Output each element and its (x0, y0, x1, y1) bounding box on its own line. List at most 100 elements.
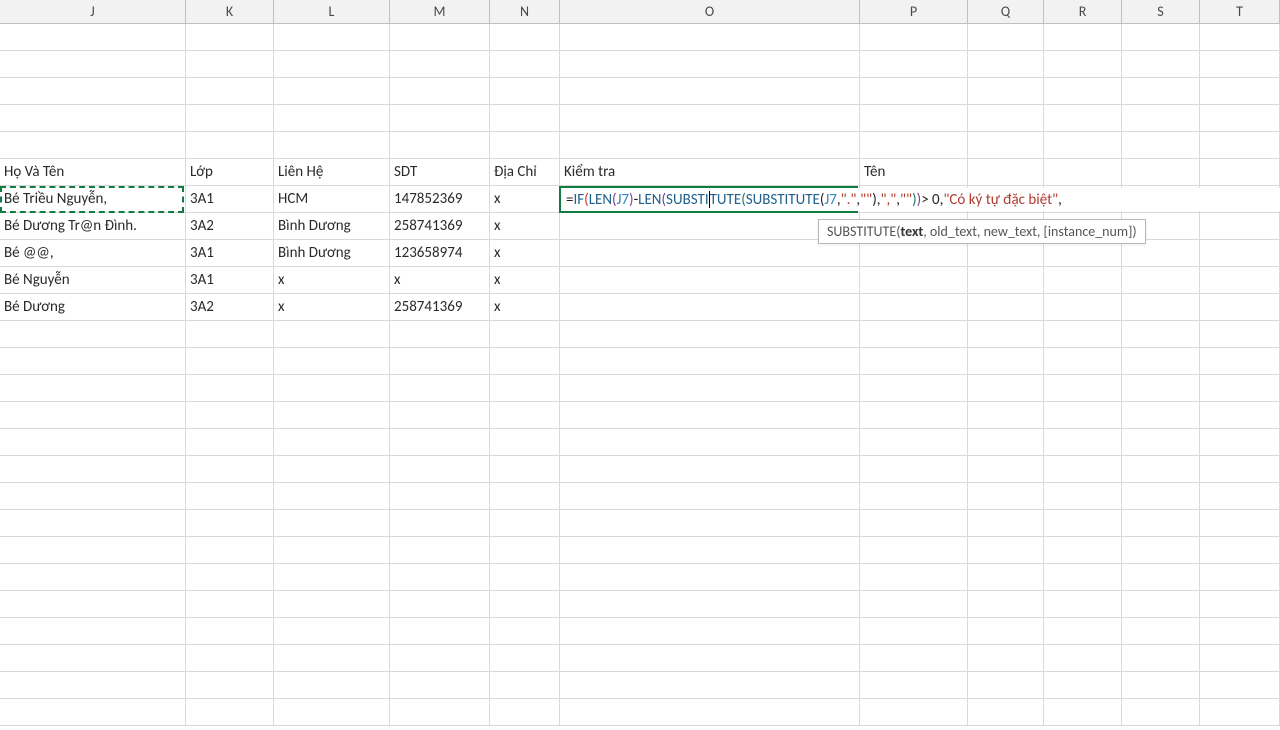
cell[interactable] (186, 483, 274, 510)
cell[interactable] (968, 510, 1044, 537)
cell[interactable] (1044, 267, 1122, 294)
cell[interactable] (274, 672, 390, 699)
cell[interactable] (1044, 159, 1122, 186)
cell[interactable] (968, 159, 1044, 186)
cell[interactable] (560, 537, 860, 564)
cell[interactable] (968, 564, 1044, 591)
cell[interactable] (490, 564, 560, 591)
cell[interactable] (390, 591, 490, 618)
cell[interactable] (274, 105, 390, 132)
cell[interactable] (390, 645, 490, 672)
cell[interactable] (390, 78, 490, 105)
cell[interactable] (560, 402, 860, 429)
col-header-Q[interactable]: Q (968, 0, 1044, 23)
cell[interactable] (860, 483, 968, 510)
cell[interactable] (968, 375, 1044, 402)
cell[interactable] (0, 24, 186, 51)
cell[interactable] (1044, 51, 1122, 78)
cell[interactable] (0, 672, 186, 699)
cell[interactable] (1044, 564, 1122, 591)
cell[interactable] (1122, 591, 1200, 618)
cell[interactable] (560, 24, 860, 51)
cell[interactable] (560, 591, 860, 618)
cell[interactable] (1044, 429, 1122, 456)
cell[interactable] (1044, 645, 1122, 672)
cell[interactable] (560, 132, 860, 159)
cell[interactable] (490, 537, 560, 564)
cell-phone[interactable]: 258741369 (390, 213, 490, 240)
cell[interactable] (274, 348, 390, 375)
cell[interactable] (274, 375, 390, 402)
cell[interactable] (968, 699, 1044, 726)
cell[interactable] (1200, 699, 1280, 726)
cell[interactable] (1044, 402, 1122, 429)
cell[interactable] (186, 645, 274, 672)
cell[interactable] (186, 78, 274, 105)
cell[interactable] (0, 618, 186, 645)
cell[interactable] (490, 591, 560, 618)
cell[interactable] (490, 645, 560, 672)
cell[interactable] (274, 429, 390, 456)
cell[interactable] (860, 321, 968, 348)
cell[interactable] (274, 456, 390, 483)
cell[interactable] (1122, 645, 1200, 672)
cell-address[interactable]: x (490, 240, 560, 267)
cell[interactable] (860, 429, 968, 456)
cell[interactable] (968, 645, 1044, 672)
cell[interactable] (1044, 510, 1122, 537)
cell[interactable] (186, 132, 274, 159)
cell[interactable] (274, 618, 390, 645)
cell[interactable] (968, 78, 1044, 105)
cell[interactable] (186, 348, 274, 375)
cell[interactable] (968, 456, 1044, 483)
cell[interactable] (0, 105, 186, 132)
cell[interactable] (390, 699, 490, 726)
cell[interactable] (1122, 402, 1200, 429)
cell[interactable] (968, 591, 1044, 618)
header-address[interactable]: Địa Chỉ (490, 159, 560, 186)
cell[interactable] (186, 672, 274, 699)
cell[interactable] (968, 429, 1044, 456)
cell[interactable] (186, 321, 274, 348)
cell[interactable] (0, 375, 186, 402)
cell[interactable] (1044, 618, 1122, 645)
cell[interactable] (560, 699, 860, 726)
cell[interactable] (860, 132, 968, 159)
spreadsheet-grid[interactable]: J K L M N O P Q R S T Họ Và Tên Lớp (0, 0, 1280, 730)
cell[interactable] (560, 240, 860, 267)
cell[interactable] (1200, 564, 1280, 591)
cell[interactable] (1200, 348, 1280, 375)
cell[interactable] (0, 510, 186, 537)
cell[interactable] (390, 24, 490, 51)
cell[interactable] (186, 105, 274, 132)
cell[interactable] (490, 132, 560, 159)
cell[interactable] (968, 618, 1044, 645)
cell[interactable] (560, 375, 860, 402)
cell[interactable] (560, 483, 860, 510)
cell[interactable] (490, 699, 560, 726)
cell[interactable] (1200, 672, 1280, 699)
cell[interactable] (274, 51, 390, 78)
cell[interactable] (968, 24, 1044, 51)
cell[interactable] (860, 24, 968, 51)
cell-class[interactable]: 3A1 (186, 267, 274, 294)
cell[interactable] (968, 483, 1044, 510)
cell[interactable] (1200, 402, 1280, 429)
cell[interactable] (390, 348, 490, 375)
cell[interactable] (860, 375, 968, 402)
cell[interactable] (1044, 294, 1122, 321)
cell[interactable] (1200, 267, 1280, 294)
cell[interactable] (1044, 672, 1122, 699)
cell[interactable] (274, 483, 390, 510)
cell[interactable] (1122, 321, 1200, 348)
cell[interactable] (860, 294, 968, 321)
cell[interactable] (490, 375, 560, 402)
col-header-T[interactable]: T (1200, 0, 1280, 23)
cell[interactable] (1200, 591, 1280, 618)
cell[interactable] (560, 51, 860, 78)
cell[interactable] (274, 24, 390, 51)
cell[interactable] (1122, 456, 1200, 483)
cell[interactable] (860, 672, 968, 699)
cell[interactable] (1200, 51, 1280, 78)
cell[interactable] (860, 537, 968, 564)
